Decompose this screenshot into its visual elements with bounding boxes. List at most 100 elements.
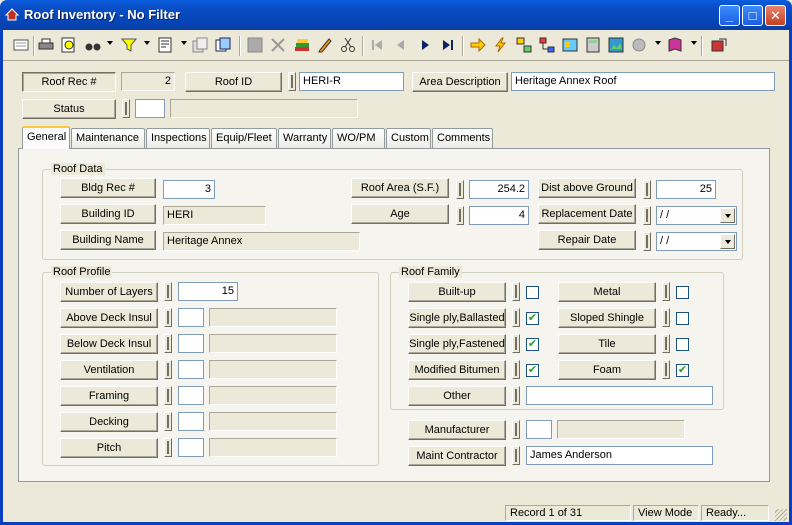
field-grip[interactable] — [643, 206, 651, 225]
globe-icon[interactable] — [629, 35, 649, 55]
exit-icon[interactable] — [709, 35, 729, 55]
field-grip[interactable] — [164, 308, 172, 327]
field-grip[interactable] — [512, 386, 520, 405]
last-record-icon[interactable] — [438, 35, 458, 55]
roof-id-field[interactable]: HERI-R — [299, 72, 404, 91]
repair-date-picker[interactable]: / / — [656, 232, 737, 251]
duplicate-icon[interactable] — [213, 35, 233, 55]
close-button[interactable]: ✕ — [765, 5, 786, 26]
replacement-date-picker[interactable]: / / — [656, 206, 737, 225]
next-record-icon[interactable] — [415, 35, 435, 55]
manufacturer-button[interactable]: Manufacturer — [408, 420, 506, 440]
field-grip[interactable] — [122, 99, 130, 118]
image-icon[interactable] — [606, 35, 626, 55]
pitch-button[interactable]: Pitch — [60, 438, 158, 458]
print-icon[interactable] — [36, 35, 56, 55]
field-grip[interactable] — [164, 360, 172, 379]
building-name-button[interactable]: Building Name — [60, 230, 156, 250]
field-grip[interactable] — [164, 412, 172, 431]
tab-general[interactable]: General — [22, 126, 70, 149]
below-deck-insul-code[interactable] — [178, 334, 204, 353]
lightning-icon[interactable] — [491, 35, 511, 55]
ventilation-code[interactable] — [178, 360, 204, 379]
report-icon[interactable] — [155, 35, 175, 55]
field-grip[interactable] — [456, 206, 464, 225]
status-button[interactable]: Status — [22, 99, 116, 119]
roof-area-button[interactable]: Roof Area (S.F.) — [351, 178, 449, 198]
tab-equip-fleet[interactable]: Equip/Fleet — [211, 128, 277, 148]
built-up-button[interactable]: Built-up — [408, 282, 506, 302]
single-ply-fastened-button[interactable]: Single ply,Fastened — [408, 334, 506, 354]
scissors-icon[interactable] — [338, 35, 358, 55]
goto-arrow-icon[interactable] — [468, 35, 488, 55]
roof-area-field[interactable]: 254.2 — [469, 180, 529, 199]
chevron-down-icon[interactable] — [720, 208, 735, 223]
above-deck-insul-code[interactable] — [178, 308, 204, 327]
field-grip[interactable] — [512, 282, 520, 301]
modified-bitumen-button[interactable]: Modified Bitumen — [408, 360, 506, 380]
built-up-checkbox[interactable] — [526, 286, 539, 299]
new-record-icon[interactable] — [11, 35, 31, 55]
print-preview-icon[interactable] — [59, 35, 79, 55]
field-grip[interactable] — [164, 438, 172, 457]
framing-code[interactable] — [178, 386, 204, 405]
binoculars-icon[interactable] — [83, 35, 103, 55]
field-grip[interactable] — [512, 334, 520, 353]
tab-custom[interactable]: Custom — [386, 128, 431, 148]
bldg-rec-button[interactable]: Bldg Rec # — [60, 178, 156, 198]
map-icon[interactable] — [560, 35, 580, 55]
single-ply-ballasted-button[interactable]: Single ply,Ballasted — [408, 308, 506, 328]
chevron-down-icon[interactable] — [720, 234, 735, 249]
chevron-down-icon[interactable] — [181, 41, 187, 45]
field-grip[interactable] — [512, 360, 520, 379]
single-ply-fastened-checkbox[interactable]: ✔ — [526, 338, 539, 351]
above-deck-insul-button[interactable]: Above Deck Insul — [60, 308, 158, 328]
other-button[interactable]: Other — [408, 386, 506, 406]
field-grip[interactable] — [662, 334, 670, 353]
age-button[interactable]: Age — [351, 204, 449, 224]
pencil-icon[interactable] — [315, 35, 335, 55]
delete-icon[interactable] — [268, 35, 288, 55]
ventilation-button[interactable]: Ventilation — [60, 360, 158, 380]
maint-contractor-button[interactable]: Maint Contractor — [408, 446, 506, 466]
building-id-button[interactable]: Building ID — [60, 204, 156, 224]
dist-above-ground-button[interactable]: Dist above Ground — [538, 178, 636, 198]
field-grip[interactable] — [512, 308, 520, 327]
framing-button[interactable]: Framing — [60, 386, 158, 406]
tab-maintenance[interactable]: Maintenance — [71, 128, 145, 148]
roof-id-button[interactable]: Roof ID — [185, 72, 282, 92]
single-ply-ballasted-checkbox[interactable]: ✔ — [526, 312, 539, 325]
decking-button[interactable]: Decking — [60, 412, 158, 432]
field-grip[interactable] — [164, 334, 172, 353]
repair-date-button[interactable]: Repair Date — [538, 230, 636, 250]
chevron-down-icon[interactable] — [144, 41, 150, 45]
dist-above-ground-field[interactable]: 25 — [656, 180, 716, 199]
tab-wo-pm[interactable]: WO/PM — [332, 128, 385, 148]
field-grip[interactable] — [662, 282, 670, 301]
number-of-layers-button[interactable]: Number of Layers — [60, 282, 158, 302]
hierarchy-icon[interactable] — [514, 35, 534, 55]
other-field[interactable] — [526, 386, 713, 405]
bldg-rec-field[interactable]: 3 — [163, 180, 215, 199]
minimize-button[interactable]: _ — [719, 5, 740, 26]
chevron-down-icon[interactable] — [691, 41, 697, 45]
area-description-field[interactable]: Heritage Annex Roof — [511, 72, 775, 91]
chevron-down-icon[interactable] — [655, 41, 661, 45]
field-grip[interactable] — [456, 180, 464, 199]
title-bar[interactable]: Roof Inventory - No Filter _ □ ✕ — [0, 0, 792, 30]
roof-rec-button[interactable]: Roof Rec # — [22, 72, 116, 92]
field-grip[interactable] — [512, 446, 520, 465]
maximize-button[interactable]: □ — [742, 5, 763, 26]
resize-grip[interactable] — [775, 509, 787, 521]
tab-warranty[interactable]: Warranty — [278, 128, 331, 148]
calculator-icon[interactable] — [583, 35, 603, 55]
books-icon[interactable] — [292, 35, 312, 55]
chevron-down-icon[interactable] — [107, 41, 113, 45]
pitch-code[interactable] — [178, 438, 204, 457]
field-grip[interactable] — [662, 308, 670, 327]
tile-checkbox[interactable] — [676, 338, 689, 351]
field-grip[interactable] — [662, 360, 670, 379]
field-grip[interactable] — [288, 72, 296, 91]
area-description-button[interactable]: Area Description — [412, 72, 508, 92]
below-deck-insul-button[interactable]: Below Deck Insul — [60, 334, 158, 354]
